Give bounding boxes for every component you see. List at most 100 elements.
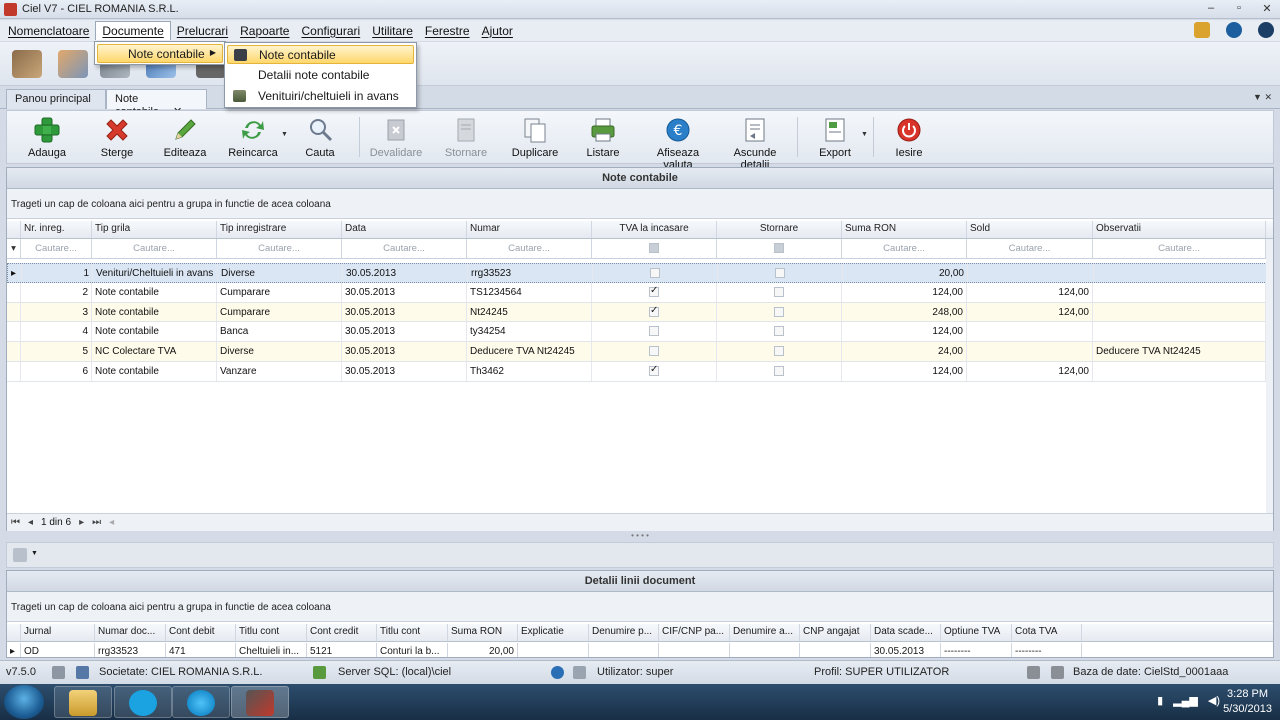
details-group-by-hint[interactable]: Trageti un cap de coloana aici pentru a …	[7, 592, 1273, 622]
start-button[interactable]	[4, 685, 44, 719]
submenu-item-note-contabile[interactable]: Note contabile	[227, 45, 414, 64]
exit-button[interactable]: Iesire	[885, 113, 933, 163]
tva-checkbox[interactable]	[649, 364, 659, 376]
filter-sold[interactable]: Cautare...	[967, 239, 1093, 258]
col-header-numar[interactable]: Numar	[467, 221, 592, 238]
col-header-stornare[interactable]: Stornare	[717, 221, 842, 238]
col-header-tip-grila[interactable]: Tip grila	[92, 221, 217, 238]
menu-prelucrari[interactable]: Prelucrari	[171, 22, 234, 40]
col-header-titlu-cont-credit[interactable]: Titlu cont	[377, 624, 448, 641]
filter-tip-grila[interactable]: Cautare...	[92, 239, 217, 258]
col-header-observatii[interactable]: Observatii	[1093, 221, 1266, 238]
prev-page-icon[interactable]: ◂	[28, 517, 33, 528]
delete-button[interactable]: Sterge	[91, 113, 143, 163]
filter-tip-inregistrare[interactable]: Cautare...	[217, 239, 342, 258]
power-icon[interactable]	[1258, 22, 1274, 38]
taskbar-browser[interactable]	[172, 686, 230, 718]
table-row[interactable]: 6 Note contabile Vanzare 30.05.2013 Th34…	[7, 361, 1273, 382]
taskbar-explorer[interactable]	[54, 686, 112, 718]
table-row[interactable]: ▸ 1 Venituri/Cheltuieli in avans Diverse…	[7, 263, 1273, 283]
menu-item-note-contabile[interactable]: Note contabile ▶	[97, 44, 223, 63]
tva-checkbox[interactable]	[649, 346, 659, 357]
tva-checkbox[interactable]	[650, 268, 660, 278]
tva-checkbox[interactable]	[649, 305, 659, 317]
close-button[interactable]: ✕	[1260, 2, 1274, 15]
menu-nomenclatoare[interactable]: Nomenclatoare	[2, 22, 95, 40]
col-header-numar-doc[interactable]: Numar doc...	[95, 624, 166, 641]
filter-icon[interactable]: ▾	[7, 239, 21, 258]
filter-stornare-checkbox[interactable]	[774, 243, 784, 253]
maximize-button[interactable]: ▫	[1232, 2, 1246, 15]
menu-rapoarte[interactable]: Rapoarte	[234, 22, 295, 40]
last-page-icon[interactable]: ⏭	[92, 517, 101, 528]
info-icon[interactable]	[551, 666, 564, 679]
edit-button[interactable]: Editeaza	[157, 113, 213, 163]
network-icon[interactable]: ▂▄▆	[1173, 694, 1198, 707]
stornare-checkbox[interactable]	[774, 346, 784, 357]
menu-configurari[interactable]: Configurari	[295, 22, 366, 40]
currency-button[interactable]: € Afiseaza valuta	[643, 113, 713, 171]
stornare-checkbox[interactable]	[774, 306, 784, 317]
print-button[interactable]: Listare	[579, 113, 627, 163]
reload-button[interactable]: Reincarca	[225, 113, 281, 163]
tab-panou-principal[interactable]: Panou principal	[6, 89, 106, 109]
stornare-checkbox[interactable]	[774, 286, 784, 297]
details-table-row[interactable]: ▸ OD rrg33523 471 Cheltuieli in... 5121 …	[7, 643, 1273, 657]
table-row[interactable]: 5 NC Colectare TVA Diverse 30.05.2013 De…	[7, 342, 1273, 362]
table-row[interactable]: 2 Note contabile Cumparare 30.05.2013 TS…	[7, 282, 1273, 303]
col-header-jurnal[interactable]: Jurnal	[21, 624, 95, 641]
filter-tva[interactable]	[592, 239, 717, 258]
tools-icon[interactable]	[1194, 22, 1210, 38]
tva-checkbox[interactable]	[649, 326, 659, 337]
search-button[interactable]: Cauta	[297, 113, 343, 163]
taskbar-ciel[interactable]	[231, 686, 289, 718]
col-header-cont-credit[interactable]: Cont credit	[307, 624, 377, 641]
next-page-icon[interactable]: ▸	[79, 517, 84, 528]
duplicate-button[interactable]: Duplicare	[507, 113, 563, 163]
col-header-sold[interactable]: Sold	[967, 221, 1093, 238]
tab-list-controls[interactable]: ▼ ✕	[1253, 92, 1272, 103]
reload-dropdown-icon[interactable]: ▼	[281, 131, 288, 138]
hide-details-button[interactable]: Ascunde detalii	[719, 113, 791, 171]
panel-splitter[interactable]: • • • •	[6, 532, 1274, 541]
details-dropdown-icon[interactable]: ▼	[31, 550, 38, 557]
filter-nr[interactable]: Cautare...	[21, 239, 92, 258]
col-header-cnp-angajat[interactable]: CNP angajat	[800, 624, 871, 641]
col-header-denumire-p[interactable]: Denumire p...	[589, 624, 659, 641]
filter-suma[interactable]: Cautare...	[842, 239, 967, 258]
col-header-tva[interactable]: TVA la incasare	[592, 221, 717, 238]
filter-stornare[interactable]	[717, 239, 842, 258]
database-icon[interactable]	[1051, 666, 1064, 679]
stornare-checkbox[interactable]	[774, 365, 784, 376]
filter-numar[interactable]: Cautare...	[467, 239, 592, 258]
col-header-cont-debit[interactable]: Cont debit	[166, 624, 236, 641]
col-header-nr[interactable]: Nr. inreg.	[21, 221, 92, 238]
group-by-hint[interactable]: Trageti un cap de coloana aici pentru a …	[7, 189, 1273, 219]
filter-data[interactable]: Cautare...	[342, 239, 467, 258]
tab-note-contabile[interactable]: Note contabile✕	[106, 89, 207, 118]
submenu-item-detalii[interactable]: Detalii note contabile	[227, 66, 414, 85]
col-header-suma-ron[interactable]: Suma RON	[448, 624, 518, 641]
menu-documente[interactable]: Documente	[95, 21, 171, 40]
export-button[interactable]: Export	[807, 113, 863, 163]
filter-observatii[interactable]: Cautare...	[1093, 239, 1266, 258]
handshake-icon[interactable]	[12, 50, 42, 78]
export-dropdown-icon[interactable]: ▼	[861, 131, 868, 138]
col-header-explicatie[interactable]: Explicatie	[518, 624, 589, 641]
volume-icon[interactable]: ◀)	[1208, 694, 1220, 707]
submenu-item-avans[interactable]: Venituiri/cheltuieli in avans	[227, 87, 414, 106]
menu-utilitare[interactable]: Utilitare	[366, 22, 419, 40]
col-header-cif-cnp[interactable]: CIF/CNP pa...	[659, 624, 730, 641]
stornare-checkbox[interactable]	[774, 326, 784, 337]
tva-checkbox[interactable]	[649, 285, 659, 297]
reverse-button[interactable]: Stornare	[439, 113, 493, 163]
filter-tva-checkbox[interactable]	[649, 243, 659, 253]
menu-ajutor[interactable]: Ajutor	[476, 22, 519, 40]
invalidate-button[interactable]: Devalidare	[365, 113, 427, 163]
minimize-button[interactable]: –	[1204, 2, 1218, 15]
tray-flag-icon[interactable]: ▮	[1157, 694, 1163, 707]
taskbar-skype[interactable]	[114, 686, 172, 718]
menu-ferestre[interactable]: Ferestre	[419, 22, 476, 40]
vertical-scrollbar[interactable]	[1266, 239, 1273, 513]
col-header-data[interactable]: Data	[342, 221, 467, 238]
